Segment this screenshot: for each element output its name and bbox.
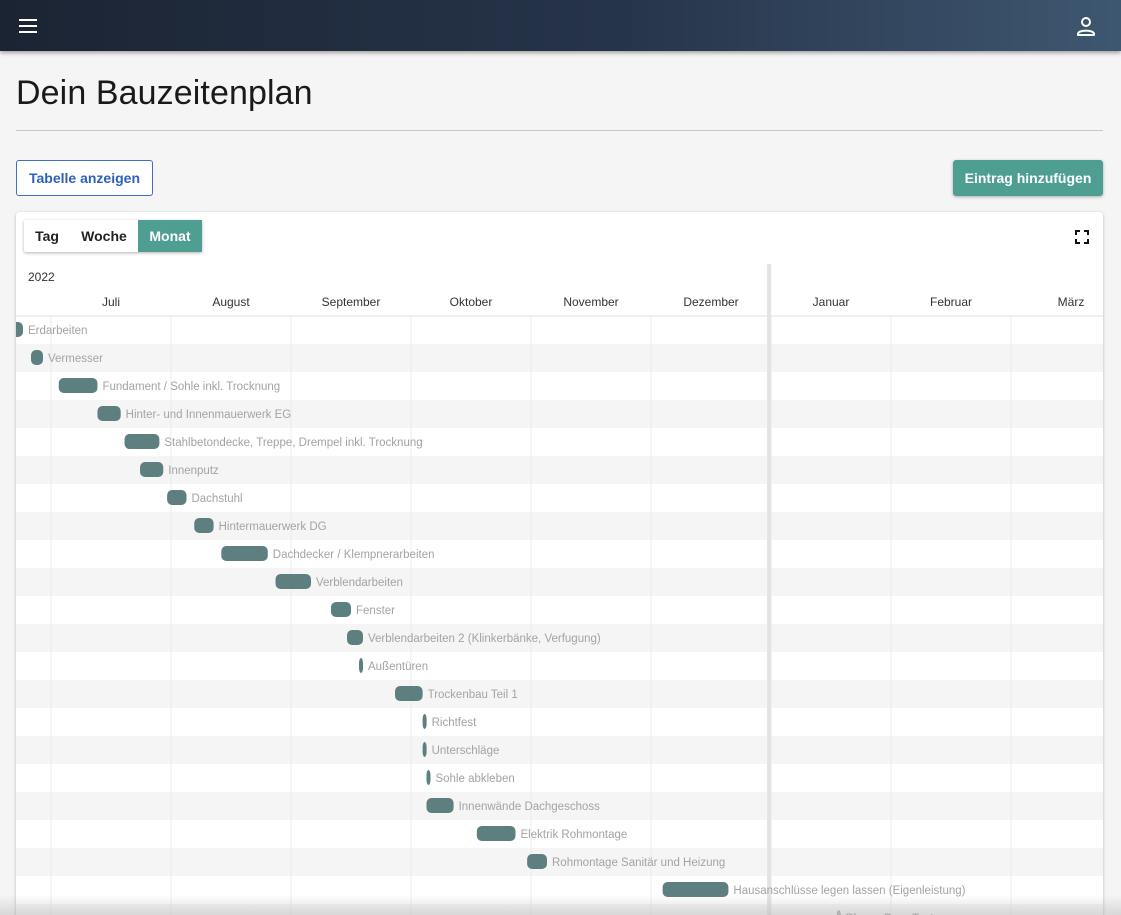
top-app-bar — [0, 0, 1121, 51]
gantt-task-label: Hintermauerwerk DG — [219, 521, 327, 533]
show-table-button[interactable]: Tabelle anzeigen — [16, 160, 153, 196]
gantt-task-bar — [422, 714, 427, 729]
gantt-month-label: November — [563, 295, 618, 309]
gantt-row-bg — [16, 344, 1103, 372]
page-title: Dein Bauzeitenplan — [16, 74, 313, 112]
gantt-task-label: Innenputz — [168, 465, 219, 477]
gantt-task-bar — [140, 462, 164, 477]
gantt-task-bar — [16, 322, 23, 337]
gantt-month-label: Oktober — [450, 295, 493, 309]
gantt-task-bar — [167, 490, 187, 505]
gantt-task-bar — [426, 798, 454, 813]
gantt-month-label: März — [1058, 295, 1085, 309]
gantt-year-label: 2022 — [28, 270, 55, 284]
gantt-task-label: Verblendarbeiten — [316, 577, 403, 589]
gantt-task-label: Unterschläge — [432, 745, 500, 757]
gantt-task-bar — [31, 350, 43, 365]
gantt-task-label: Stahlbetondecke, Treppe, Drempel inkl. T… — [164, 437, 422, 449]
gantt-task-bar — [221, 546, 268, 561]
gantt-task-bar — [359, 658, 363, 673]
gantt-task-label: Innenwände Dachgeschoss — [459, 801, 601, 813]
gantt-task-label: Richtfest — [432, 717, 478, 729]
view-mode-week-button[interactable]: Woche — [70, 220, 138, 252]
gantt-task-bar — [331, 602, 351, 617]
view-mode-month-button[interactable]: Monat — [138, 220, 202, 252]
gantt-svg: 2022 Juli August September Oktober November De… — [16, 264, 1103, 915]
view-mode-switch: Tag Woche Monat — [24, 220, 202, 252]
account-icon[interactable] — [1070, 12, 1102, 42]
gantt-row-bg — [16, 764, 1103, 792]
gantt-task-label: Dachstuhl — [191, 493, 242, 505]
gantt-task-label: Dachdecker / Klempnerarbeiten — [273, 549, 435, 561]
gantt-task-label: Hinter- und Innenmauerwerk EG — [126, 409, 292, 421]
fullscreen-icon[interactable] — [1074, 229, 1090, 245]
gantt-row-bg — [16, 736, 1103, 764]
gantt-task-bar — [426, 770, 431, 785]
view-mode-day-button[interactable]: Tag — [24, 220, 70, 252]
gantt-row-bg — [16, 316, 1103, 344]
gantt-task-bar — [194, 518, 214, 533]
gantt-month-label: September — [322, 295, 381, 309]
gantt-task-bar — [275, 574, 311, 589]
gantt-row-bg — [16, 512, 1103, 540]
gantt-card: Tag Woche Monat 2022 Juli August September O… — [16, 212, 1103, 915]
gantt-row-bg — [16, 540, 1103, 568]
gantt-row-bg — [16, 652, 1103, 680]
gantt-task-bar — [97, 406, 121, 421]
gantt-task-bar — [476, 826, 516, 841]
gantt-task-bar — [395, 686, 423, 701]
gantt-task-bar — [422, 742, 427, 757]
gantt-month-label: August — [212, 295, 250, 309]
menu-icon[interactable] — [12, 11, 44, 41]
gantt-row-bg — [16, 904, 1103, 915]
gantt-task-label: Hausanschlüsse legen lassen (Eigenleistu… — [733, 885, 965, 897]
gantt-row-bg — [16, 680, 1103, 708]
gantt-task-label: Elektrik Rohmontage — [521, 829, 628, 841]
gantt-row-bg — [16, 568, 1103, 596]
gantt-row-bg — [16, 708, 1103, 736]
gantt-task-label: Sohle abkleben — [435, 773, 514, 785]
gantt-task-label: Trockenbau Teil 1 — [428, 689, 518, 701]
gantt-task-label: Verblendarbeiten 2 (Klinkerbänke, Verfug… — [368, 633, 601, 645]
gantt-task-bar — [662, 882, 729, 897]
gantt-task-label: Vermesser — [48, 353, 103, 365]
title-divider — [16, 130, 1103, 131]
gantt-month-label: Februar — [930, 295, 972, 309]
gantt-task-label: Fenster — [356, 605, 395, 617]
add-entry-button[interactable]: Eintrag hinzufügen — [953, 160, 1103, 196]
gantt-month-label: Dezember — [683, 295, 738, 309]
gantt-task-bar — [124, 434, 160, 449]
gantt-task-bar — [58, 378, 98, 393]
gantt-task-label: Rohmontage Sanitär und Heizung — [552, 857, 725, 869]
gantt-chart: 2022 Juli August September Oktober November De… — [16, 264, 1103, 915]
gantt-month-label: Januar — [813, 295, 850, 309]
gantt-task-label: Fundament / Sohle inkl. Trocknung — [102, 381, 280, 393]
gantt-row-bg — [16, 596, 1103, 624]
gantt-task-bar — [347, 630, 363, 645]
gantt-task-label: Erdarbeiten — [28, 325, 87, 337]
gantt-task-bar — [527, 854, 547, 869]
gantt-task-label: Außentüren — [368, 661, 428, 673]
gantt-month-label: Juli — [102, 295, 120, 309]
